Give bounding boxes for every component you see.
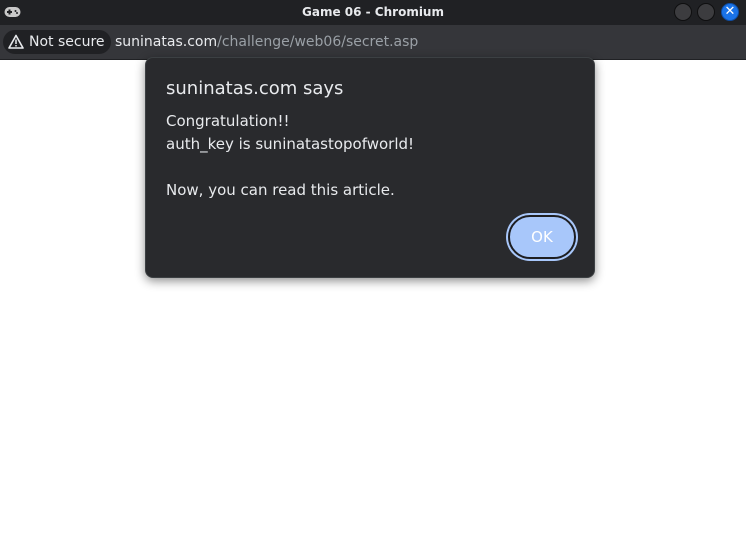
security-label: Not secure — [29, 34, 105, 50]
close-icon: ✕ — [724, 4, 736, 19]
title-bar: Game 06 - Chromium ✕ — [0, 0, 746, 25]
url-path: /challenge/web06/secret.asp — [217, 34, 419, 50]
message-line: Now, you can read this article. — [166, 181, 395, 199]
alert-dialog: suninatas.com says Congratulation!! auth… — [145, 57, 595, 278]
maximize-button[interactable] — [697, 3, 715, 21]
url-field[interactable]: suninatas.com/challenge/web06/secret.asp — [115, 25, 418, 60]
ok-button[interactable]: OK — [508, 215, 576, 259]
close-window-button[interactable]: ✕ — [721, 3, 739, 21]
message-line — [166, 156, 414, 179]
minimize-button[interactable] — [674, 3, 692, 21]
message-line: Congratulation!! — [166, 112, 290, 130]
address-bar: Not secure suninatas.com/challenge/web06… — [0, 25, 746, 60]
url-host: suninatas.com — [115, 34, 218, 50]
dialog-title: suninatas.com says — [166, 78, 344, 99]
security-indicator[interactable]: Not secure — [3, 30, 111, 54]
message-line: auth_key is suninatastopofworld! — [166, 135, 415, 153]
window-title: Game 06 - Chromium — [302, 5, 444, 19]
warning-triangle-icon — [8, 34, 24, 49]
dialog-message: Congratulation!! auth_key is suninatasto… — [166, 110, 414, 202]
